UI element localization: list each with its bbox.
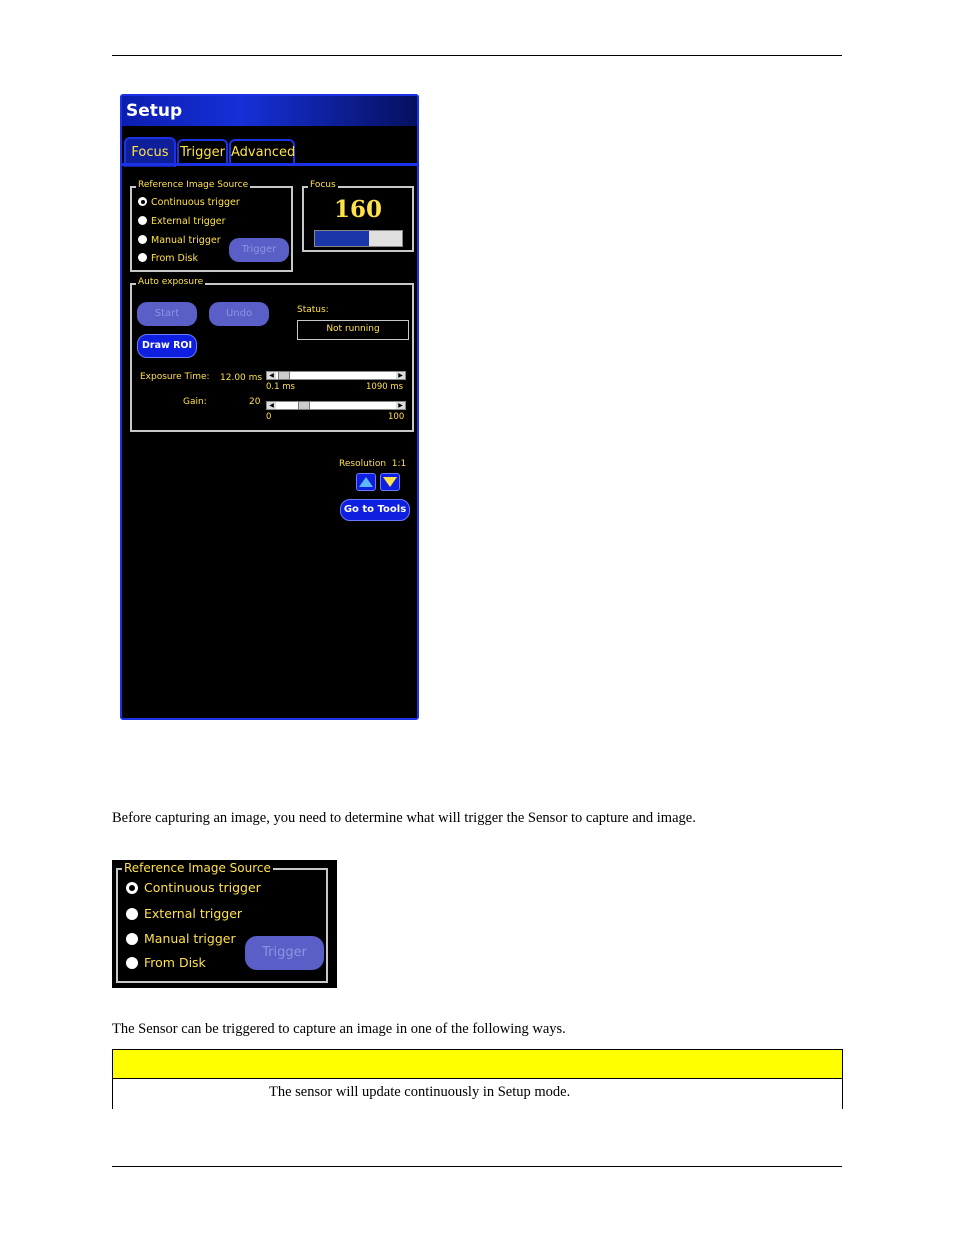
gain-value: 20: [249, 397, 261, 407]
undo-button[interactable]: Undo: [209, 302, 269, 326]
radio-icon: [138, 235, 147, 244]
status-label: Status:: [297, 305, 329, 315]
slider-right-arrow-icon[interactable]: ▶: [396, 372, 405, 379]
crop-group-frame: Reference Image Source Continuous trigge…: [116, 861, 328, 983]
radio-icon: [138, 253, 147, 262]
gain-slider[interactable]: ◀ ▶: [266, 401, 406, 410]
status-value: Not running: [326, 324, 380, 334]
arrow-down-icon: [383, 477, 397, 487]
tab-underline: [122, 163, 417, 166]
focus-meter: [314, 230, 403, 247]
trigger-table: The sensor will update continuously in S…: [112, 1049, 843, 1109]
auto-exposure-title: Auto exposure: [136, 277, 206, 287]
draw-roi-button[interactable]: Draw ROI: [137, 334, 197, 358]
radio-continuous-trigger[interactable]: Continuous trigger: [138, 197, 240, 208]
radio-selected-icon: [138, 197, 147, 206]
panel-titlebar: Setup: [122, 96, 417, 126]
gain-slider-thumb[interactable]: [298, 401, 310, 410]
panel-title: Setup: [126, 101, 183, 121]
exposure-value: 12.00 ms: [220, 373, 263, 383]
crop-trigger-button[interactable]: Trigger: [245, 936, 324, 970]
paragraph-trigger-intro: Before capturing an image, you need to d…: [112, 810, 696, 826]
radio-from-disk[interactable]: From Disk: [138, 253, 198, 264]
radio-manual-trigger[interactable]: Manual trigger: [138, 235, 221, 246]
radio-icon: [138, 216, 147, 225]
table-header-row: [112, 1049, 843, 1079]
setup-panel: Setup Focus Trigger Advanced Reference I…: [120, 94, 419, 720]
resolution-label: Resolution 1:1: [339, 459, 407, 469]
table-cell-description: The sensor will update continuously in S…: [269, 1084, 571, 1100]
resolution-down-button[interactable]: [380, 473, 400, 491]
radio-icon: [126, 933, 138, 945]
crop-radio-disk[interactable]: From Disk: [126, 955, 206, 970]
reference-source-crop: Reference Image Source Continuous trigge…: [112, 860, 337, 988]
top-rule: [112, 55, 842, 56]
radio-external-trigger[interactable]: External trigger: [138, 216, 226, 227]
slider-right-arrow-icon[interactable]: ▶: [396, 402, 405, 409]
gain-label: Gain:: [183, 397, 207, 407]
focus-value: 160: [333, 196, 382, 223]
arrow-up-icon: [359, 477, 373, 487]
focus-meter-fill: [315, 231, 369, 246]
exposure-slider-thumb[interactable]: [278, 371, 291, 380]
tab-advanced[interactable]: Advanced: [229, 139, 295, 165]
auto-exposure-group: Auto exposure Start Undo Status: Not run…: [130, 277, 414, 432]
reference-source-title: Reference Image Source: [136, 180, 251, 190]
gain-min: 0: [266, 412, 272, 422]
go-to-tools-button[interactable]: Go to Tools: [340, 499, 410, 521]
slider-left-arrow-icon[interactable]: ◀: [267, 402, 276, 409]
bottom-rule: [112, 1166, 842, 1167]
status-box: Not running: [297, 320, 409, 340]
slider-left-arrow-icon[interactable]: ◀: [267, 372, 276, 379]
radio-selected-icon: [126, 882, 138, 894]
radio-icon: [126, 957, 138, 969]
table-row: The sensor will update continuously in S…: [112, 1079, 843, 1109]
reference-source-group: Reference Image Source Continuous trigge…: [130, 180, 293, 272]
focus-title: Focus: [308, 180, 338, 190]
crop-radio-manual[interactable]: Manual trigger: [126, 931, 236, 946]
gain-max: 100: [388, 412, 405, 422]
radio-icon: [126, 908, 138, 920]
exposure-max: 1090 ms: [366, 382, 404, 392]
exposure-min: 0.1 ms: [266, 382, 295, 392]
crop-radio-continuous[interactable]: Continuous trigger: [126, 880, 261, 895]
resolution-up-button[interactable]: [356, 473, 376, 491]
crop-radio-external[interactable]: External trigger: [126, 906, 242, 921]
start-button[interactable]: Start: [137, 302, 197, 326]
exposure-slider[interactable]: ◀ ▶: [266, 371, 406, 380]
focus-group: Focus 160: [302, 180, 414, 252]
paragraph-trigger-ways: The Sensor can be triggered to capture a…: [112, 1021, 566, 1037]
crop-group-title: Reference Image Source: [122, 861, 273, 875]
trigger-button[interactable]: Trigger: [229, 238, 289, 262]
tab-trigger[interactable]: Trigger: [177, 139, 228, 165]
exposure-label: Exposure Time:: [140, 372, 210, 382]
